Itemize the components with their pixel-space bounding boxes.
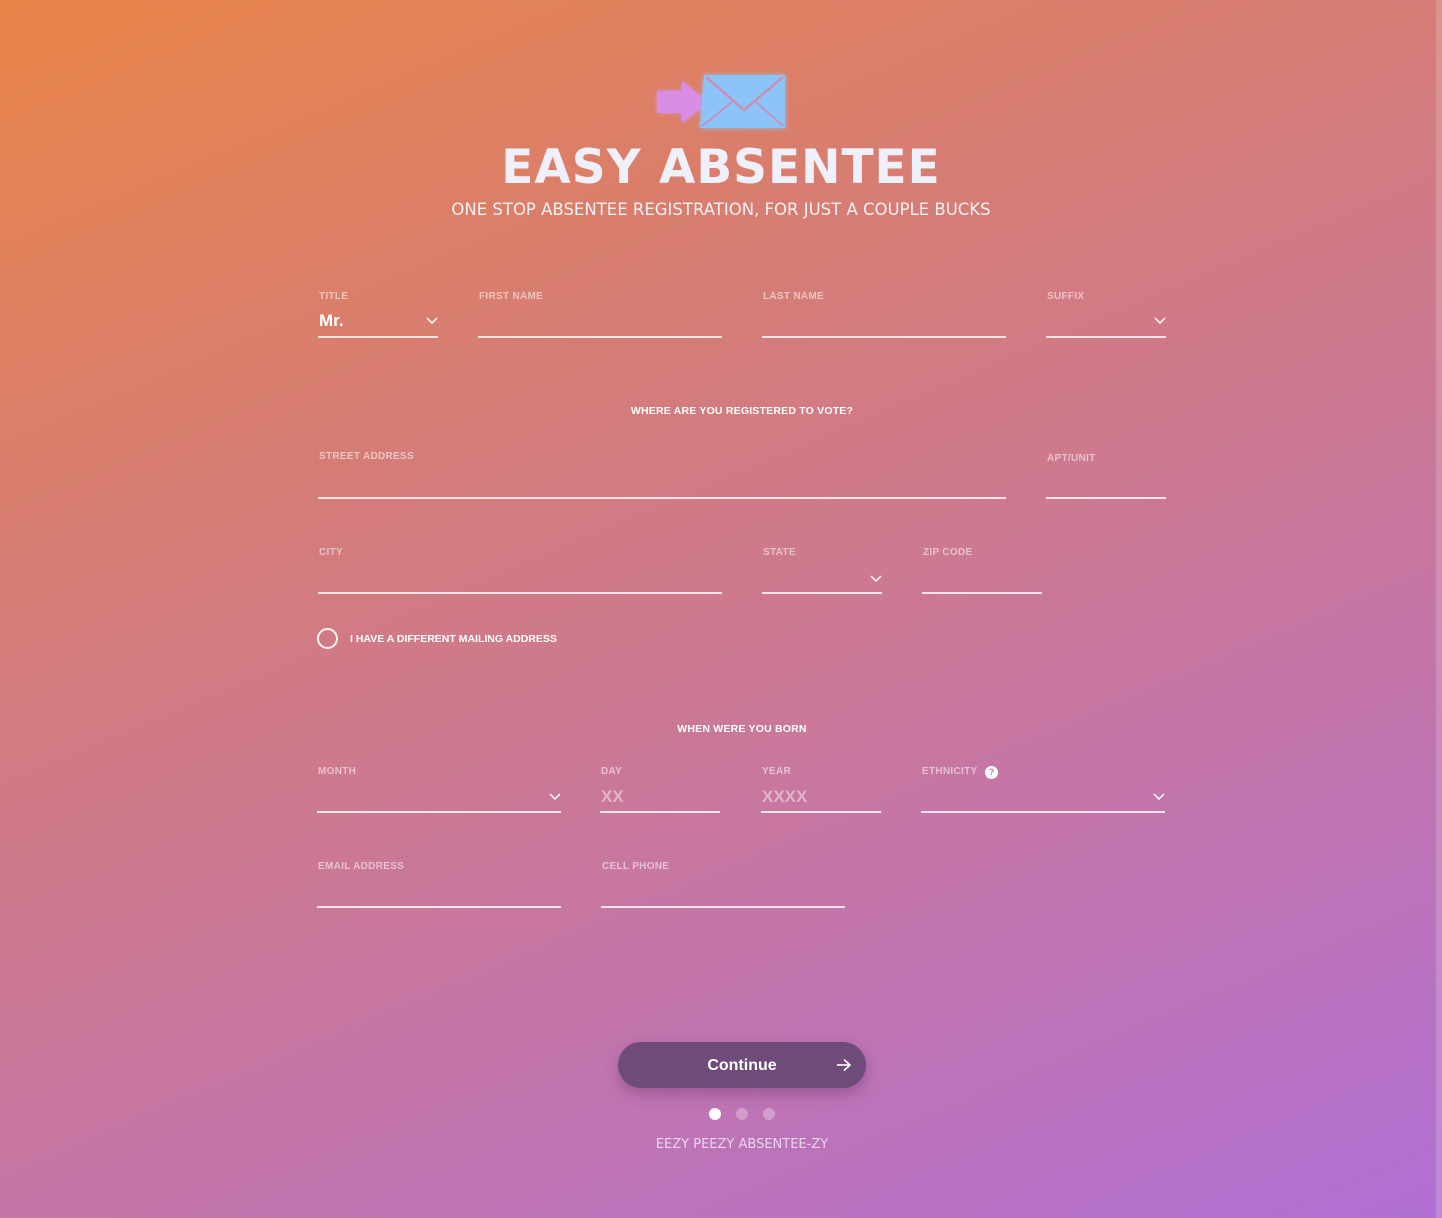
cell-phone-label: CELL PHONE xyxy=(602,861,670,872)
city-underline xyxy=(318,592,722,594)
footer-tagline: EEZY PEEZY ABSENTEE-ZY xyxy=(655,1137,829,1152)
city-label: CITY xyxy=(319,547,343,558)
day-placeholder: XX xyxy=(601,787,624,806)
month-label: MONTH xyxy=(318,766,357,777)
first-name-underline xyxy=(478,336,722,338)
city-field[interactable]: CITY xyxy=(318,547,722,595)
first-name-field[interactable]: FIRST NAME xyxy=(478,291,722,339)
day-underline xyxy=(600,811,720,813)
year-underline xyxy=(761,811,881,813)
street-address-underline xyxy=(318,497,1006,499)
registration-heading: WHERE ARE YOU REGISTERED TO VOTE? xyxy=(630,405,854,417)
last-name-field[interactable]: LAST NAME xyxy=(762,291,1006,339)
pagination-dot-2[interactable] xyxy=(736,1108,748,1120)
ethnicity-label: ETHNICITY xyxy=(922,766,978,777)
different-mailing-address-label[interactable]: I HAVE A DIFFERENT MAILING ADDRESS xyxy=(350,633,557,645)
email-address-underline xyxy=(317,906,561,908)
zip-code-underline xyxy=(922,592,1042,594)
email-address-field[interactable]: EMAIL ADDRESS xyxy=(317,861,561,910)
chevron-down-icon xyxy=(1153,793,1165,801)
day-field[interactable]: DAY XX xyxy=(600,766,720,815)
last-name-label: LAST NAME xyxy=(763,291,825,302)
pagination-dot-1[interactable] xyxy=(709,1108,721,1120)
email-address-label: EMAIL ADDRESS xyxy=(318,861,405,872)
day-label: DAY xyxy=(601,766,623,777)
street-address-field[interactable]: STREET ADDRESS xyxy=(318,451,1006,501)
chevron-down-icon xyxy=(549,793,561,801)
suffix-underline xyxy=(1046,336,1166,338)
last-name-underline xyxy=(762,336,1006,338)
month-select[interactable]: MONTH xyxy=(317,766,561,815)
chevron-down-icon xyxy=(1154,317,1166,325)
different-mailing-address-checkbox[interactable] xyxy=(317,628,338,649)
app-tagline: ONE STOP ABSENTEE REGISTRATION, FOR JUST… xyxy=(451,200,991,219)
chevron-down-icon xyxy=(426,317,438,325)
cell-phone-field[interactable]: CELL PHONE xyxy=(601,861,845,910)
month-underline xyxy=(317,811,561,813)
apt-unit-underline xyxy=(1046,497,1166,499)
chevron-down-icon xyxy=(870,575,882,583)
year-field[interactable]: YEAR XXXX xyxy=(761,766,881,815)
state-underline xyxy=(762,592,882,594)
year-label: YEAR xyxy=(762,766,791,777)
apt-unit-field[interactable]: APT/UNIT xyxy=(1046,453,1166,501)
cell-phone-underline xyxy=(601,906,845,908)
title-underline xyxy=(318,336,438,338)
first-name-label: FIRST NAME xyxy=(479,291,544,302)
state-label: STATE xyxy=(763,547,796,558)
zip-code-label: ZIP CODE xyxy=(923,547,973,558)
pagination-dot-3[interactable] xyxy=(763,1108,775,1120)
title-select[interactable]: TITLE Mr. xyxy=(318,291,438,339)
continue-button[interactable]: Continue xyxy=(618,1042,866,1088)
street-address-label: STREET ADDRESS xyxy=(319,451,414,462)
title-label: TITLE xyxy=(319,291,349,302)
ethnicity-underline xyxy=(921,811,1165,813)
suffix-select[interactable]: SUFFIX xyxy=(1046,291,1166,339)
year-placeholder: XXXX xyxy=(762,787,808,806)
arrow-right-icon xyxy=(837,1058,852,1072)
title-value: Mr. xyxy=(319,311,344,330)
zip-code-field[interactable]: ZIP CODE xyxy=(922,547,1042,595)
suffix-label: SUFFIX xyxy=(1047,291,1085,302)
birth-heading: WHEN WERE YOU BORN xyxy=(677,723,807,735)
apt-unit-label: APT/UNIT xyxy=(1047,453,1096,464)
continue-label: Continue xyxy=(707,1057,777,1074)
ethnicity-select[interactable]: ETHNICITY xyxy=(921,766,1165,815)
app-title: EASY ABSENTEE xyxy=(501,140,941,195)
state-select[interactable]: STATE xyxy=(762,547,882,595)
envelope-with-arrow-icon xyxy=(657,75,785,128)
help-icon[interactable]: ? xyxy=(985,766,998,779)
